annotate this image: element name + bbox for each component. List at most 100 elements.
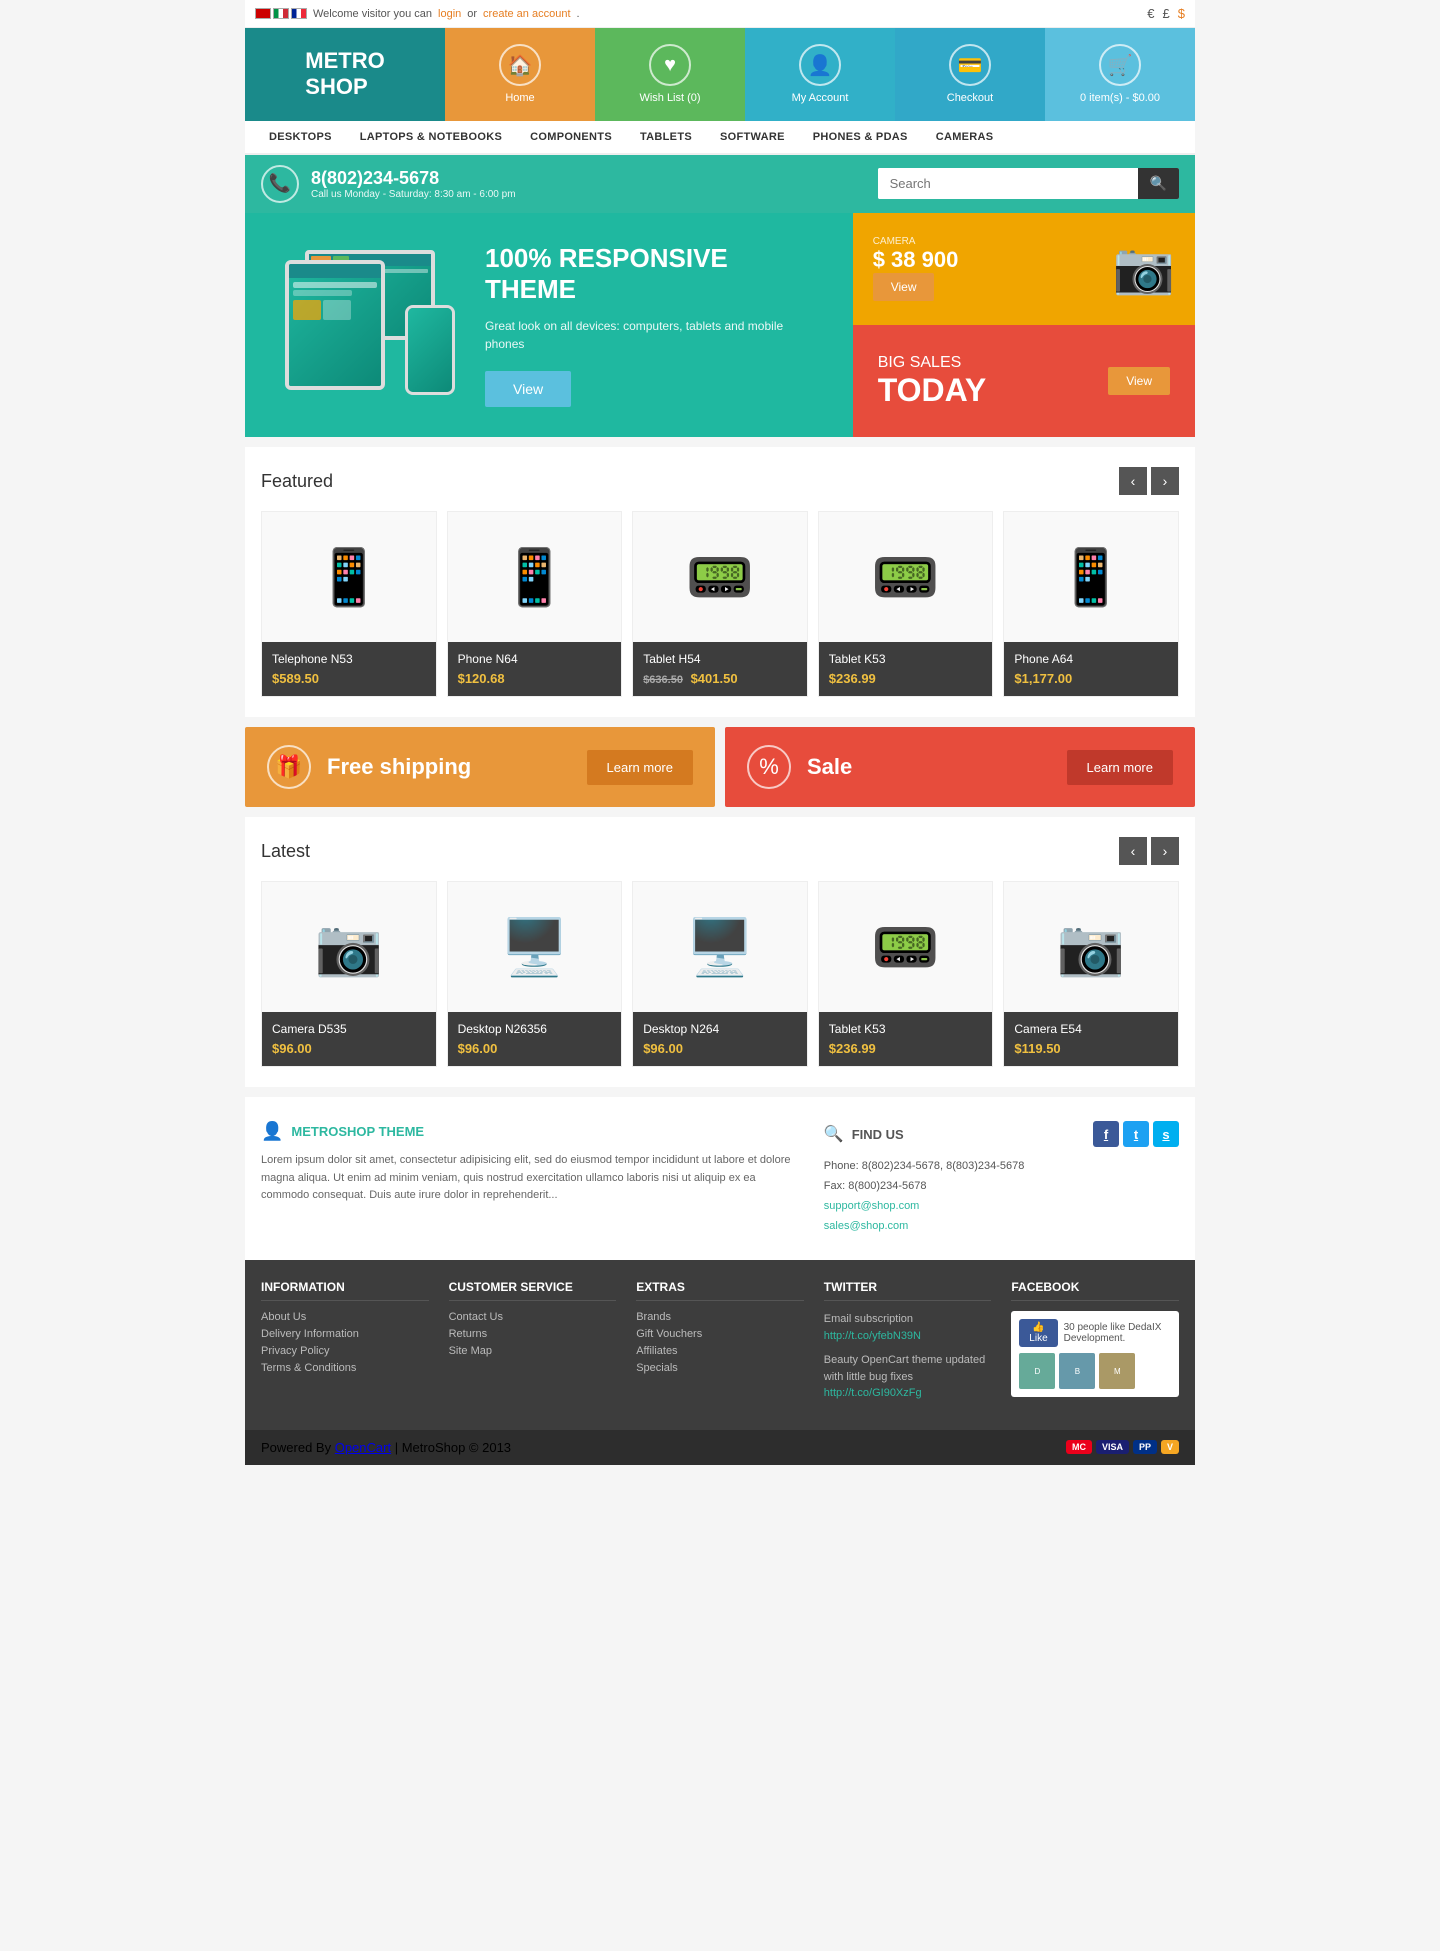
product-old-price-2: $636.50 bbox=[643, 674, 683, 686]
contact-fax: Fax: 8(800)234-5678 bbox=[824, 1177, 1179, 1197]
welcome-text: Welcome visitor you can bbox=[313, 8, 432, 20]
nav-cameras[interactable]: CAMERAS bbox=[922, 121, 1008, 153]
nav-desktops[interactable]: DESKTOPS bbox=[255, 121, 346, 153]
product-info-4: Phone A64 $1,177.00 bbox=[1004, 642, 1178, 696]
link-contact[interactable]: Contact Us bbox=[449, 1311, 617, 1323]
flag-italy bbox=[273, 8, 289, 19]
nav-phones[interactable]: PHONES & PDAS bbox=[799, 121, 922, 153]
hero-devices bbox=[275, 245, 465, 405]
featured-product-0[interactable]: 📱 Telephone N53 $589.50 bbox=[261, 511, 437, 697]
featured-product-2[interactable]: 📟 Tablet H54 $636.50 $401.50 bbox=[632, 511, 808, 697]
search-input[interactable] bbox=[878, 168, 1138, 199]
link-specials[interactable]: Specials bbox=[636, 1362, 804, 1374]
nav-home[interactable]: 🏠 Home bbox=[445, 28, 595, 121]
product-name-2: Tablet H54 bbox=[643, 652, 797, 666]
latest-product-0[interactable]: 📷 Camera D535 $96.00 bbox=[261, 881, 437, 1067]
nav-checkout[interactable]: 💳 Checkout bbox=[895, 28, 1045, 121]
sale-bar: % Sale Learn more bbox=[725, 727, 1195, 807]
logo[interactable]: METRO SHOP bbox=[245, 28, 445, 121]
skype-icon[interactable]: s bbox=[1153, 1121, 1179, 1147]
nav-components[interactable]: COMPONENTS bbox=[516, 121, 626, 153]
fb-avatars: D B M bbox=[1019, 1353, 1171, 1389]
product-info-2: Tablet H54 $636.50 $401.50 bbox=[633, 642, 807, 696]
product-price-3: $236.99 bbox=[829, 671, 983, 686]
link-sitemap[interactable]: Site Map bbox=[449, 1345, 617, 1357]
account-icon: 👤 bbox=[799, 44, 841, 86]
featured-next-arrow[interactable]: › bbox=[1151, 467, 1179, 495]
facebook-icon[interactable]: f bbox=[1093, 1121, 1119, 1147]
latest-prev-arrow[interactable]: ‹ bbox=[1119, 837, 1147, 865]
latest-next-arrow[interactable]: › bbox=[1151, 837, 1179, 865]
product-price-2: $636.50 $401.50 bbox=[643, 671, 797, 686]
footer-contact-title: 🔍 FIND US bbox=[824, 1124, 904, 1144]
link-gift-vouchers[interactable]: Gift Vouchers bbox=[636, 1328, 804, 1340]
latest-name-2: Desktop N264 bbox=[643, 1022, 797, 1036]
link-delivery[interactable]: Delivery Information bbox=[261, 1328, 429, 1340]
product-name-0: Telephone N53 bbox=[272, 652, 426, 666]
nav-account[interactable]: 👤 My Account bbox=[745, 28, 895, 121]
currency-usd[interactable]: $ bbox=[1178, 6, 1185, 21]
camera-view-button[interactable]: View bbox=[873, 273, 935, 301]
login-link[interactable]: login bbox=[438, 8, 461, 20]
featured-prev-arrow[interactable]: ‹ bbox=[1119, 467, 1147, 495]
latest-product-1[interactable]: 🖥️ Desktop N26356 $96.00 bbox=[447, 881, 623, 1067]
contact-email1[interactable]: support@shop.com bbox=[824, 1200, 920, 1212]
phone-screen bbox=[408, 308, 452, 392]
twitter-icon[interactable]: t bbox=[1123, 1121, 1149, 1147]
link-returns[interactable]: Returns bbox=[449, 1328, 617, 1340]
camera-info: CAMERA $ 38 900 View bbox=[873, 236, 959, 301]
twitter-link-1[interactable]: http://t.co/GI90XzFg bbox=[824, 1385, 992, 1402]
hero-view-button[interactable]: View bbox=[485, 371, 571, 407]
opencart-link[interactable]: OpenCart bbox=[335, 1440, 391, 1455]
latest-name-3: Tablet K53 bbox=[829, 1022, 983, 1036]
latest-section: Latest ‹ › 📷 Camera D535 $96.00 🖥️ Deskt… bbox=[245, 817, 1195, 1087]
nav-wishlist[interactable]: ♥ Wish List (0) bbox=[595, 28, 745, 121]
nav-software[interactable]: SOFTWARE bbox=[706, 121, 799, 153]
link-affiliates[interactable]: Affiliates bbox=[636, 1345, 804, 1357]
flag-france bbox=[291, 8, 307, 19]
footer-contact-header: 🔍 FIND US f t s bbox=[824, 1121, 1179, 1147]
shipping-learn-more-button[interactable]: Learn more bbox=[587, 750, 693, 785]
product-icon-1: 📱 bbox=[500, 545, 568, 610]
tablet-screen bbox=[289, 264, 381, 386]
latest-icon-1: 🖥️ bbox=[500, 915, 568, 980]
featured-arrows: ‹ › bbox=[1119, 467, 1179, 495]
product-price-0: $589.50 bbox=[272, 671, 426, 686]
nav-laptops[interactable]: LAPTOPS & NOTEBOOKS bbox=[346, 121, 516, 153]
home-icon: 🏠 bbox=[499, 44, 541, 86]
currency-gbp[interactable]: £ bbox=[1163, 6, 1170, 21]
nav-tablets[interactable]: TABLETS bbox=[626, 121, 706, 153]
featured-product-1[interactable]: 📱 Phone N64 $120.68 bbox=[447, 511, 623, 697]
latest-product-3[interactable]: 📟 Tablet K53 $236.99 bbox=[818, 881, 994, 1067]
link-privacy[interactable]: Privacy Policy bbox=[261, 1345, 429, 1357]
shipping-text: Free shipping bbox=[327, 754, 571, 780]
fb-like-button[interactable]: 👍 Like bbox=[1019, 1319, 1057, 1347]
latest-product-2[interactable]: 🖥️ Desktop N264 $96.00 bbox=[632, 881, 808, 1067]
extras-title: EXTRAS bbox=[636, 1280, 804, 1301]
latest-price-1: $96.00 bbox=[458, 1041, 612, 1056]
hero-camera-panel: CAMERA $ 38 900 View 📷 bbox=[853, 213, 1195, 325]
sale-learn-more-button[interactable]: Learn more bbox=[1067, 750, 1173, 785]
nav-menu: DESKTOPS LAPTOPS & NOTEBOOKS COMPONENTS … bbox=[245, 121, 1195, 155]
product-image-3: 📟 bbox=[819, 512, 993, 642]
nav-cart[interactable]: 🛒 0 item(s) - $0.00 bbox=[1045, 28, 1195, 121]
contact-email2[interactable]: sales@shop.com bbox=[824, 1220, 909, 1232]
twitter-link-0[interactable]: http://t.co/yfebN39N bbox=[824, 1328, 992, 1345]
register-link[interactable]: create an account bbox=[483, 8, 570, 20]
latest-info-3: Tablet K53 $236.99 bbox=[819, 1012, 993, 1066]
product-image-2: 📟 bbox=[633, 512, 807, 642]
search-button[interactable]: 🔍 bbox=[1138, 168, 1179, 199]
product-icon-2: 📟 bbox=[686, 545, 754, 610]
featured-product-3[interactable]: 📟 Tablet K53 $236.99 bbox=[818, 511, 994, 697]
currency-eur[interactable]: € bbox=[1147, 6, 1154, 21]
latest-product-4[interactable]: 📷 Camera E54 $119.50 bbox=[1003, 881, 1179, 1067]
powered-by: Powered By bbox=[261, 1440, 331, 1455]
link-terms[interactable]: Terms & Conditions bbox=[261, 1362, 429, 1374]
sale-view-button[interactable]: View bbox=[1108, 367, 1170, 395]
sale-big: TODAY bbox=[878, 372, 986, 409]
link-brands[interactable]: Brands bbox=[636, 1311, 804, 1323]
link-about[interactable]: About Us bbox=[261, 1311, 429, 1323]
featured-product-4[interactable]: 📱 Phone A64 $1,177.00 bbox=[1003, 511, 1179, 697]
free-shipping-bar: 🎁 Free shipping Learn more bbox=[245, 727, 715, 807]
facebook-title: FACEBOOK bbox=[1011, 1280, 1179, 1301]
